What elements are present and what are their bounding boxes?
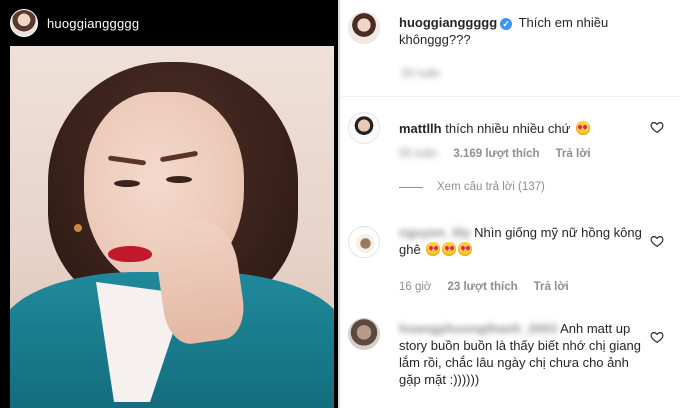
- caption-username[interactable]: huoggianggggg: [399, 15, 497, 30]
- photo-eye-left: [114, 180, 140, 187]
- comment-likes[interactable]: 23 lượt thích: [447, 281, 517, 293]
- comment-avatar[interactable]: [348, 112, 380, 144]
- comment-meta: 16 giờ 23 lượt thích Trả lời: [399, 281, 569, 293]
- heart-eyes-emoji-icon: [442, 242, 457, 256]
- comment-username[interactable]: nguyen_lily: [399, 225, 471, 240]
- photo-lips: [108, 246, 152, 262]
- comment-likes[interactable]: 3.169 lượt thích: [453, 148, 539, 160]
- comment-meta: 55 tuần 3.169 lượt thích Trả lời: [399, 148, 591, 160]
- caption-avatar[interactable]: [348, 12, 380, 44]
- comment-avatar[interactable]: [348, 226, 380, 258]
- comment-avatar[interactable]: [348, 318, 380, 350]
- comment-body: thích nhiều nhiều chứ: [445, 121, 571, 136]
- comment-username[interactable]: hoangphuongthanh_2003: [399, 321, 557, 336]
- comments-panel: huoggianggggg ✓ Thích em nhiều khônggg???…: [342, 0, 680, 408]
- photo-eye-right: [166, 176, 192, 183]
- view-replies-button[interactable]: Xem câu trả lời (137): [399, 181, 545, 193]
- replies-line: [399, 186, 423, 188]
- reply-button[interactable]: Trả lời: [556, 148, 591, 160]
- comment-time: 16 giờ: [399, 281, 432, 293]
- comment-text: nguyen_lily Nhìn giống mỹ nữ hồng kông g…: [399, 224, 659, 258]
- divider: [342, 96, 680, 97]
- heart-eyes-emoji-icon: [426, 242, 441, 256]
- heart-eyes-emoji-icon: [458, 242, 473, 256]
- comment-text: hoangphuongthanh_2003 Anh matt up story …: [399, 320, 649, 388]
- heart-eyes-emoji-icon: [575, 121, 590, 135]
- photo-earring: [74, 224, 82, 232]
- story-avatar[interactable]: [10, 9, 38, 37]
- story-header: huoggianggggg: [0, 0, 340, 46]
- heart-outline-icon[interactable]: [650, 120, 664, 134]
- comment-text: mattllh thích nhiều nhiều chứ: [399, 120, 659, 137]
- reply-button[interactable]: Trả lời: [534, 281, 569, 293]
- story-panel: huoggianggggg: [0, 0, 340, 408]
- heart-outline-icon[interactable]: [650, 234, 664, 248]
- story-photo: [10, 46, 334, 408]
- heart-outline-icon[interactable]: [650, 330, 664, 344]
- comment-username[interactable]: mattllh: [399, 121, 442, 136]
- caption-time: 55 tuần: [402, 68, 441, 80]
- story-username[interactable]: huoggianggggg: [47, 16, 139, 31]
- verified-badge-icon: ✓: [500, 18, 513, 30]
- caption-text: huoggianggggg ✓ Thích em nhiều khônggg???: [399, 14, 659, 48]
